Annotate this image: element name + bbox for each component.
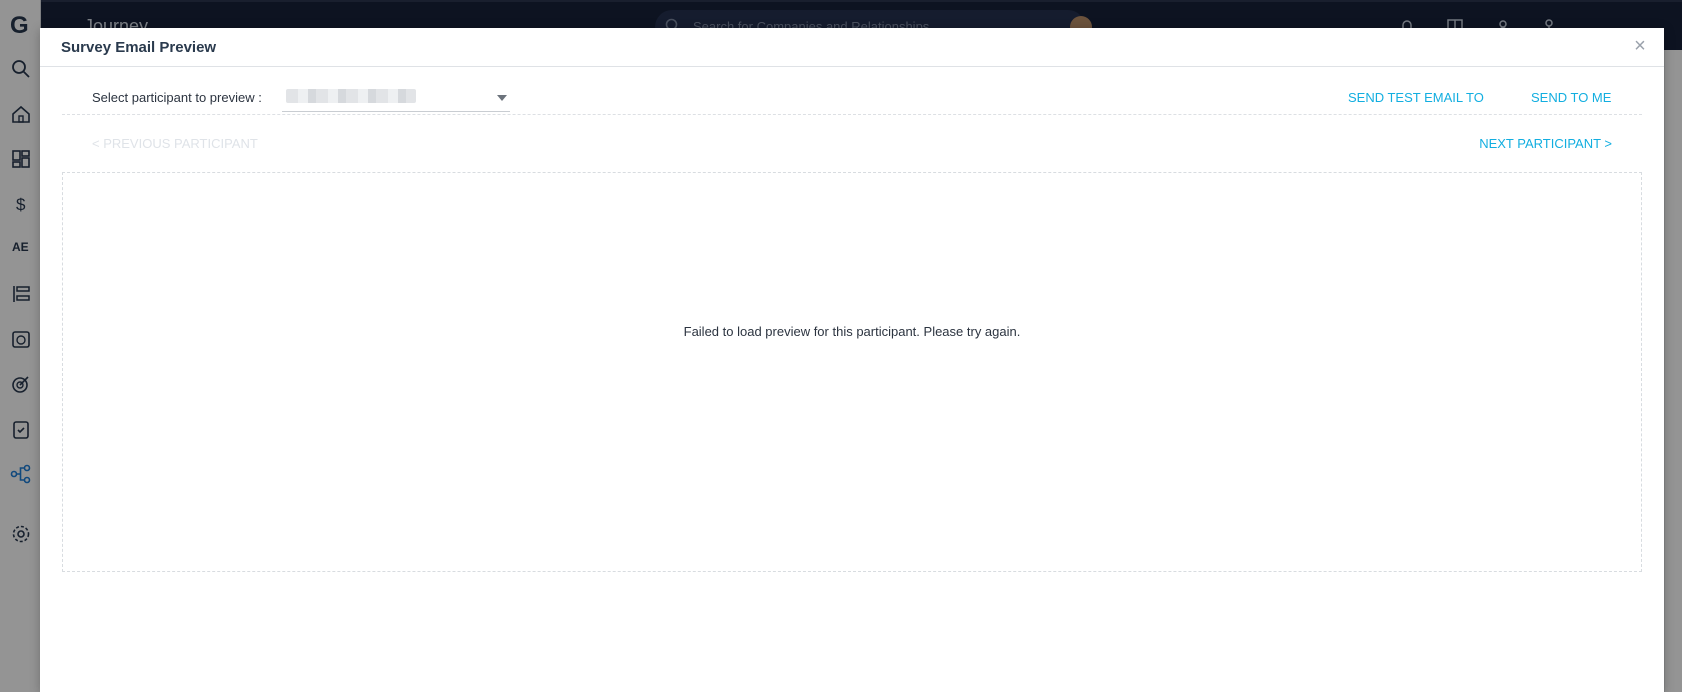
close-icon: × <box>1634 35 1646 57</box>
participant-select-row: Select participant to preview : SEND TES… <box>62 80 1642 115</box>
selected-participant-value <box>286 89 416 103</box>
previous-participant-button[interactable]: < PREVIOUS PARTICIPANT <box>92 136 258 151</box>
participant-navigation: < PREVIOUS PARTICIPANT NEXT PARTICIPANT … <box>62 136 1642 156</box>
preview-error-message: Failed to load preview for this particip… <box>683 324 1021 339</box>
email-preview-area: Failed to load preview for this particip… <box>62 172 1642 572</box>
send-to-me-button[interactable]: SEND TO ME <box>1531 90 1611 105</box>
close-button[interactable]: × <box>1630 36 1650 56</box>
chevron-down-icon <box>496 91 508 103</box>
modal-title: Survey Email Preview <box>61 39 217 56</box>
modal-header: Survey Email Preview × <box>40 28 1664 67</box>
send-test-email-button[interactable]: SEND TEST EMAIL TO <box>1348 90 1484 105</box>
next-participant-button[interactable]: NEXT PARTICIPANT > <box>1479 136 1612 151</box>
participant-select[interactable] <box>282 83 510 112</box>
survey-email-preview-modal: Survey Email Preview × Select participan… <box>40 28 1664 692</box>
select-participant-label: Select participant to preview : <box>92 90 262 105</box>
